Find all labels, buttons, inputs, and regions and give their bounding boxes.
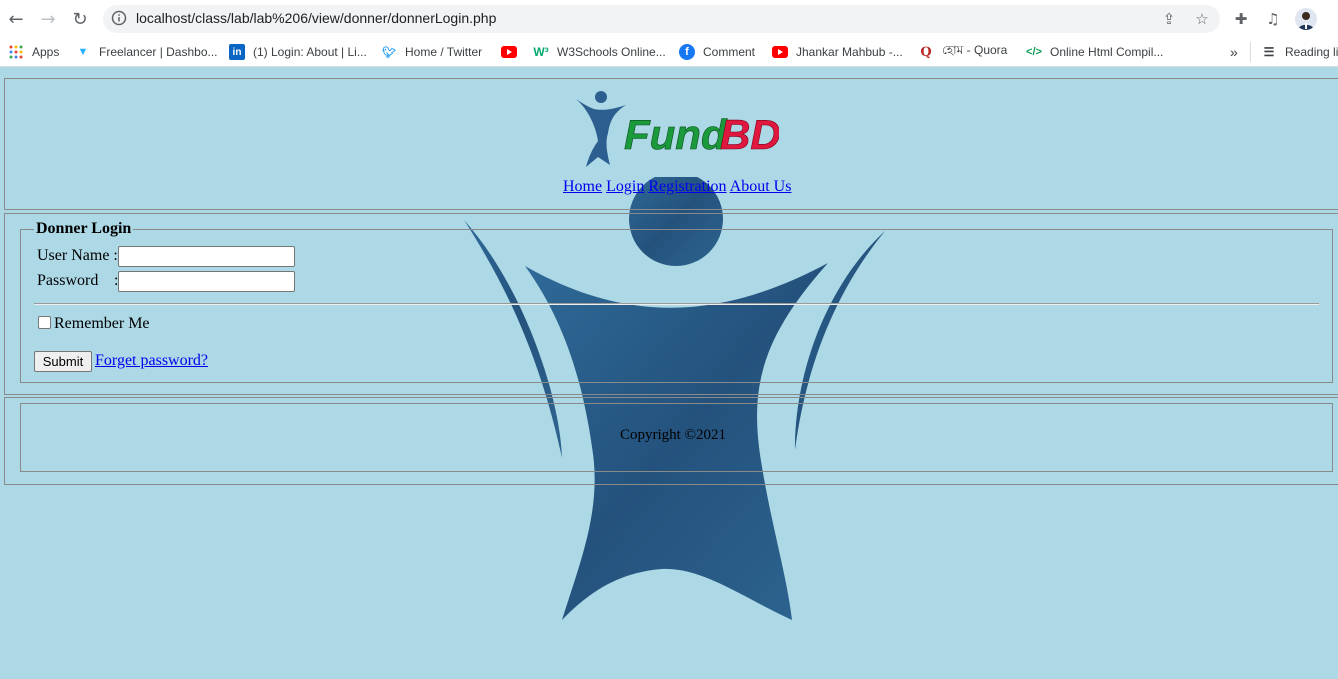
password-input[interactable] <box>118 271 295 292</box>
bookmark-label: Comment <box>703 45 756 59</box>
bookmark-comment[interactable]: f Comment <box>679 42 755 62</box>
bookmark-label: Online Html Compil... <box>1050 45 1164 59</box>
bookmark-jhankar[interactable]: Jhankar Mahbub -... <box>772 42 903 62</box>
reading-list-label: Reading lis <box>1285 45 1338 59</box>
remember-me-label: Remember Me <box>54 315 150 332</box>
youtube-icon <box>501 44 517 60</box>
twitter-icon: 🐦︎ <box>382 46 396 59</box>
overflow-label: » <box>1230 44 1238 60</box>
nav-home-link[interactable]: Home <box>563 178 602 195</box>
bookmark-html-compiler[interactable]: </> Online Html Compil... <box>1026 42 1163 62</box>
linkedin-icon: in <box>229 44 245 60</box>
bookmark-apps[interactable]: Apps <box>8 42 59 62</box>
svg-text:Fund: Fund <box>624 111 728 158</box>
bookmark-youtube[interactable] <box>501 42 525 62</box>
divider <box>34 303 1319 305</box>
bookmark-label: Home / Twitter <box>405 45 483 59</box>
username-label: User Name : <box>37 247 118 264</box>
address-bar[interactable]: localhost/class/lab/lab%206/view/donner/… <box>103 5 1220 33</box>
code-icon: </> <box>1026 46 1042 58</box>
bookmark-label: হোম - Quora <box>942 43 1008 57</box>
login-fieldset: Donner Login <box>20 220 1333 383</box>
reading-list-icon: ☰ <box>1263 45 1275 59</box>
w3schools-icon: W³ <box>533 45 549 59</box>
bookmark-freelancer[interactable]: ▼ Freelancer | Dashbo... <box>75 42 218 62</box>
info-icon[interactable] <box>111 10 127 26</box>
extensions-icon[interactable]: ✚ <box>1231 9 1251 29</box>
profile-avatar[interactable] <box>1295 8 1317 30</box>
main-nav: Home Login Registration About Us <box>563 178 791 196</box>
url-text[interactable]: localhost/class/lab/lab%206/view/donner/… <box>136 10 496 26</box>
copyright-text: Copyright ©2021 <box>620 427 726 443</box>
youtube-icon <box>772 44 788 60</box>
bookmarks-bar: Apps ▼ Freelancer | Dashbo... in (1) Log… <box>0 38 1338 67</box>
apps-grid-icon <box>8 44 24 60</box>
reload-icon[interactable]: ↻ <box>68 7 92 31</box>
bookmark-label: Jhankar Mahbub -... <box>796 45 903 59</box>
username-input[interactable] <box>118 246 295 267</box>
bookmark-twitter[interactable]: 🐦︎ Home / Twitter <box>381 42 482 62</box>
nav-login-link[interactable]: Login <box>606 178 644 195</box>
bookmark-label: Apps <box>32 45 60 59</box>
fundbd-logo: Fund BD <box>576 91 779 167</box>
submit-button[interactable]: Submit <box>34 351 92 372</box>
freelancer-icon: ▼ <box>77 46 89 58</box>
remember-me-checkbox[interactable] <box>38 316 51 329</box>
nav-about-link[interactable]: About Us <box>730 178 792 195</box>
bookmark-label: (1) Login: About | Li... <box>253 45 367 59</box>
svg-text:BD: BD <box>720 111 779 158</box>
back-icon[interactable]: ← <box>4 7 28 31</box>
nav-registration-link[interactable]: Registration <box>648 178 726 195</box>
bookmarks-overflow-button[interactable]: » <box>1230 42 1238 62</box>
star-icon[interactable]: ☆ <box>1193 10 1211 28</box>
bookmark-label: Freelancer | Dashbo... <box>99 45 218 59</box>
bookmark-quora[interactable]: Q হোম - Quora <box>918 42 1007 62</box>
forward-icon[interactable]: → <box>36 7 60 31</box>
password-label: Password <box>37 272 99 289</box>
forgot-password-link[interactable]: Forget password? <box>95 352 208 370</box>
login-legend: Donner Login <box>36 220 132 237</box>
bookmark-w3schools[interactable]: W³ W3Schools Online... <box>533 42 666 62</box>
reading-list-button[interactable]: ☰ Reading lis <box>1250 42 1338 62</box>
bookmark-linkedin[interactable]: in (1) Login: About | Li... <box>229 42 367 62</box>
browser-toolbar: ← → ↻ localhost/class/lab/lab%206/view/d… <box>0 0 1338 38</box>
bookmark-label: W3Schools Online... <box>557 45 666 59</box>
page-body: Fund BD Home Login Registration About Us… <box>0 67 1338 679</box>
quora-icon: Q <box>920 44 932 60</box>
share-icon[interactable]: ⇪ <box>1160 10 1178 28</box>
facebook-icon: f <box>679 44 695 60</box>
media-control-icon[interactable]: ♫ <box>1263 9 1283 29</box>
